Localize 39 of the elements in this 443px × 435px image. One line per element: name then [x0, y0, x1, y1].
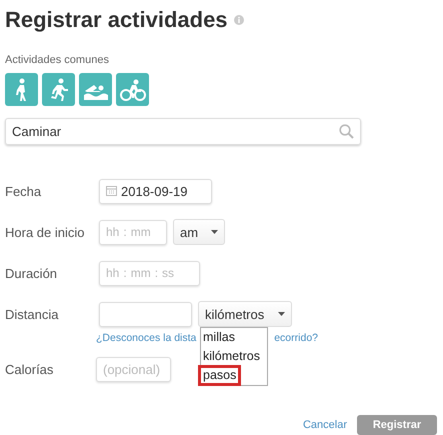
field-label: Distancia	[5, 306, 60, 322]
search-field[interactable]: Caminar	[5, 118, 361, 145]
date-value: 2018-09-19	[121, 184, 188, 198]
dropdown-option[interactable]: pasos	[198, 365, 242, 386]
field-label: Hora de inicio	[5, 224, 86, 240]
activity-button[interactable]	[116, 73, 149, 106]
ampm-select[interactable]: am	[173, 219, 225, 245]
calendar-icon	[106, 186, 117, 196]
placeholder-text: (opcional)	[103, 362, 160, 376]
placeholder-text: mm	[130, 266, 151, 280]
search-icon	[339, 124, 354, 139]
cyclist-icon	[118, 78, 146, 100]
placeholder-text: ss	[162, 266, 174, 280]
distance-field[interactable]	[99, 302, 192, 326]
search-value: Caminar	[12, 124, 62, 139]
activity-button[interactable]	[79, 73, 112, 106]
placeholder-text: hh	[106, 225, 120, 239]
caret-icon	[211, 230, 218, 234]
distance-help-link[interactable]: ecorrido?	[274, 332, 318, 344]
dropdown-option[interactable]: kilómetros	[198, 346, 265, 367]
dropdown-option[interactable]: millas	[198, 327, 240, 348]
unit-select[interactable]: kilómetros	[198, 301, 292, 327]
cancel-link[interactable]: Cancelar	[302, 419, 347, 431]
separator: :	[123, 225, 127, 239]
info-icon[interactable]	[234, 15, 244, 25]
field-label: Calorías	[5, 362, 54, 376]
separator: :	[123, 266, 127, 280]
separator: :	[154, 266, 158, 280]
field-label: Fecha	[5, 184, 42, 198]
date-field[interactable]: 2018-09-19	[99, 178, 212, 204]
placeholder-text: mm	[130, 225, 151, 239]
caret-icon	[278, 312, 285, 316]
field-label: Duración	[5, 266, 58, 280]
placeholder-text: hh	[106, 266, 120, 280]
distance-help-link[interactable]: ¿Desconoces la dista	[96, 332, 196, 344]
activity-button[interactable]	[5, 73, 38, 106]
section-label: Actividades comunes	[5, 54, 110, 66]
page-title: Registrar actividades	[5, 7, 228, 33]
activity-button[interactable]	[42, 73, 75, 106]
